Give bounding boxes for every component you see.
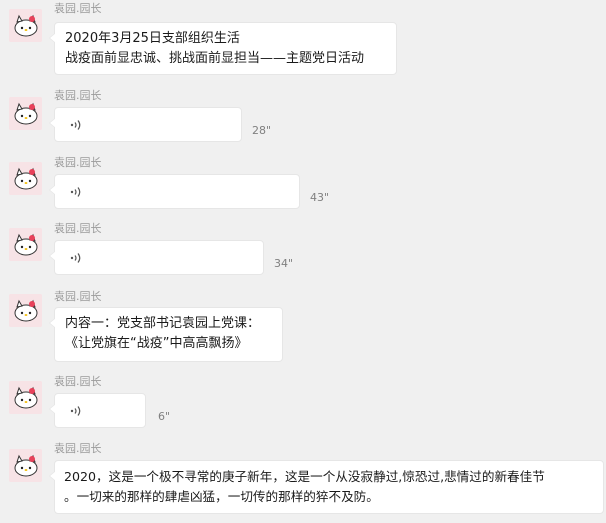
sender-name: 袁园.园长 (54, 156, 102, 169)
sender-name: 袁园.园长 (54, 222, 102, 235)
message-line: 2020，这是一个极不寻常的庚子新年，这是一个从没寂静过,惊恐过,悲情过的新春佳… (64, 469, 545, 484)
hello-kitty-avatar-icon (9, 162, 42, 195)
avatar[interactable] (9, 381, 42, 414)
avatar[interactable] (9, 449, 42, 482)
voice-wave-icon (70, 187, 81, 197)
voice-duration: 43" (310, 191, 330, 204)
hello-kitty-avatar-icon (9, 449, 42, 482)
avatar[interactable] (9, 97, 42, 130)
voice-message-bubble[interactable] (49, 240, 264, 275)
avatar[interactable] (9, 162, 42, 195)
message-line: 。一切来的那样的肆虐凶猛，一切传的那样的猝不及防。 (64, 489, 379, 504)
text-message-bubble[interactable]: 内容一：党支部书记袁园上党课： 《让党旗在“战疫”中高高飘扬》 (49, 307, 283, 362)
sender-name: 袁园.园长 (54, 89, 102, 102)
message-line: 内容一：党支部书记袁园上党课： (65, 316, 261, 331)
hello-kitty-avatar-icon (9, 381, 42, 414)
hello-kitty-avatar-icon (9, 9, 42, 42)
sender-name: 袁园.园长 (54, 290, 102, 303)
voice-wave-icon (70, 120, 81, 130)
voice-message-bubble[interactable] (49, 174, 300, 209)
message-line: 战疫面前显忠诚、挑战面前显担当——主题党日活动 (65, 51, 365, 66)
avatar[interactable] (9, 9, 42, 42)
sender-name: 袁园.园长 (54, 375, 102, 388)
voice-duration: 6" (158, 410, 171, 423)
hello-kitty-avatar-icon (9, 294, 42, 327)
hello-kitty-avatar-icon (9, 97, 42, 130)
avatar[interactable] (9, 228, 42, 261)
text-message-bubble[interactable]: 2020，这是一个极不寻常的庚子新年，这是一个从没寂静过,惊恐过,悲情过的新春佳… (49, 460, 604, 514)
hello-kitty-avatar-icon (9, 228, 42, 261)
avatar[interactable] (9, 294, 42, 327)
message-line: 《让党旗在“战疫”中高高飘扬》 (65, 336, 248, 351)
text-message-bubble[interactable]: 2020年3月25日支部组织生活 战疫面前显忠诚、挑战面前显担当——主题党日活动 (49, 22, 397, 75)
voice-wave-icon (70, 406, 81, 416)
message-line: 2020年3月25日支部组织生活 (65, 31, 240, 46)
chat-window: 袁园.园长 2020年3月25日支部组织生活 战疫面前显忠诚、挑战面前显担当——… (0, 0, 606, 523)
voice-message-bubble[interactable] (49, 107, 242, 142)
voice-duration: 28" (252, 124, 272, 137)
voice-message-bubble[interactable] (49, 393, 146, 428)
sender-name: 袁园.园长 (54, 442, 102, 455)
voice-wave-icon (70, 253, 81, 263)
voice-duration: 34" (274, 257, 294, 270)
sender-name: 袁园.园长 (54, 2, 102, 15)
